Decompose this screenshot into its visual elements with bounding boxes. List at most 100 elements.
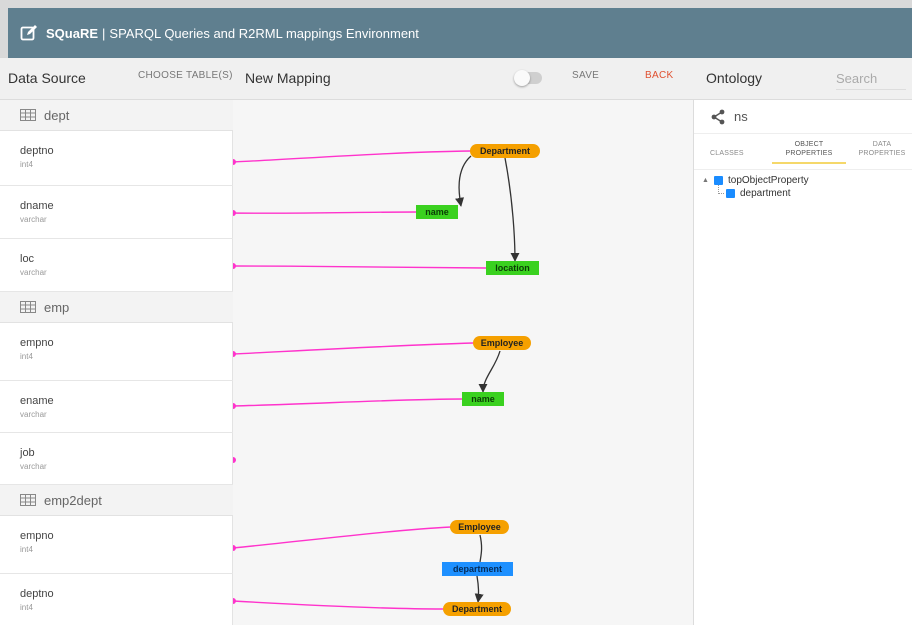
column-name: empno <box>20 337 54 349</box>
tab-object-properties[interactable]: OBJECT PROPERTIES <box>772 140 846 164</box>
property-icon <box>726 189 735 198</box>
toggle-knob <box>514 70 530 86</box>
column-row[interactable]: empno int4 <box>0 323 233 381</box>
table-header-emp2dept[interactable]: emp2dept <box>0 485 233 516</box>
app-title: SPARQL Queries and R2RML mappings Enviro… <box>109 25 419 41</box>
link-loc-location <box>233 265 487 269</box>
link-endpoint-dot <box>233 159 236 165</box>
tree-item-label: topObjectProperty <box>728 175 809 186</box>
namespace-bar: ns <box>694 100 912 134</box>
table-header-dept[interactable]: dept <box>0 100 233 131</box>
link-empno-employee <box>233 342 474 355</box>
collapse-icon[interactable]: ▲ <box>702 177 714 184</box>
link-endpoint-dot <box>233 457 236 463</box>
save-button[interactable]: SAVE <box>572 70 599 81</box>
table-icon <box>20 301 36 313</box>
column-type: int4 <box>20 603 33 612</box>
class-node-department[interactable]: Department <box>470 144 540 158</box>
column-row[interactable]: deptno int4 <box>0 131 233 186</box>
table-name: dept <box>44 107 70 123</box>
link-endpoint-dot <box>233 403 236 409</box>
column-type: int4 <box>20 160 33 169</box>
arrow-department-name <box>455 155 472 207</box>
arrow-department-range <box>474 575 484 603</box>
tab-data-properties[interactable]: DATA PROPERTIES <box>854 140 910 158</box>
column-name: deptno <box>20 145 54 157</box>
title-separator: | <box>102 25 106 41</box>
column-name: ename <box>20 395 54 407</box>
tab-line: PROPERTIES <box>785 150 833 157</box>
class-node-employee[interactable]: Employee <box>450 520 509 534</box>
column-type: int4 <box>20 545 33 554</box>
back-button[interactable]: BACK <box>645 70 673 81</box>
tab-line: PROPERTIES <box>858 150 906 157</box>
table-header-emp[interactable]: emp <box>0 292 233 323</box>
column-type: int4 <box>20 352 33 361</box>
data-property-node-name[interactable]: name <box>462 392 504 406</box>
column-row[interactable]: loc varchar <box>0 239 233 292</box>
app-header: SQuaRE | SPARQL Queries and R2RML mappin… <box>8 8 912 58</box>
column-name: job <box>20 447 35 459</box>
link-empno-employee2 <box>233 526 452 549</box>
tree-item-topobjectproperty[interactable]: ▲ topObjectProperty <box>702 174 912 187</box>
tab-classes[interactable]: CLASSES <box>710 149 744 158</box>
mapping-toggle[interactable] <box>514 70 542 86</box>
mapping-canvas[interactable]: Department name location Employee name E… <box>233 100 694 625</box>
topbar: SQuaRE | SPARQL Queries and R2RML mappin… <box>0 0 912 58</box>
link-deptno-department <box>233 150 472 163</box>
column-name: empno <box>20 530 54 542</box>
column-type: varchar <box>20 215 47 224</box>
column-row[interactable]: job varchar <box>0 433 233 485</box>
column-row[interactable]: deptno int4 <box>0 574 233 625</box>
ontology-search-input[interactable] <box>836 68 906 90</box>
edit-icon <box>20 24 38 42</box>
toolbar: Data Source CHOOSE TABLE(S) New Mapping … <box>0 58 912 100</box>
class-node-department[interactable]: Department <box>443 602 511 616</box>
column-type: varchar <box>20 268 47 277</box>
object-property-node-department[interactable]: department <box>442 562 513 576</box>
column-row[interactable]: dname varchar <box>0 186 233 239</box>
tab-line: OBJECT <box>794 141 824 148</box>
class-node-employee[interactable]: Employee <box>473 336 531 350</box>
property-tree: ▲ topObjectProperty department <box>702 174 912 200</box>
column-type: varchar <box>20 410 47 419</box>
column-name: loc <box>20 253 35 265</box>
column-type: varchar <box>20 462 47 471</box>
table-icon <box>20 494 36 506</box>
ontology-panel: ns CLASSES OBJECT PROPERTIES DATA PROPER… <box>694 100 912 625</box>
link-ename-name <box>233 398 464 407</box>
link-deptno-department2 <box>233 600 444 610</box>
table-name: emp <box>44 299 70 315</box>
link-endpoint-dot <box>233 351 236 357</box>
link-endpoint-dot <box>233 598 236 604</box>
link-endpoint-dot <box>233 545 236 551</box>
tab-line: CLASSES <box>710 150 744 157</box>
choose-tables-button[interactable]: CHOOSE TABLE(S) <box>138 70 233 81</box>
table-icon <box>20 109 36 121</box>
arrow-employee-name <box>478 350 501 393</box>
data-source-title: Data Source <box>8 70 86 86</box>
table-name: emp2dept <box>44 492 102 508</box>
new-mapping-title: New Mapping <box>245 70 331 86</box>
column-name: deptno <box>20 588 54 600</box>
link-endpoint-dot <box>233 263 236 269</box>
arrow-department-location <box>504 157 520 262</box>
tab-line: DATA <box>872 141 892 148</box>
arrow-employee-department <box>479 534 483 563</box>
data-property-node-name[interactable]: name <box>416 205 458 219</box>
namespace-label: ns <box>734 109 748 124</box>
tree-item-department[interactable]: department <box>702 185 912 200</box>
column-name: dname <box>20 200 54 212</box>
column-row[interactable]: empno int4 <box>0 516 233 574</box>
tree-guide-line <box>718 185 724 194</box>
mapping-links <box>233 150 520 610</box>
property-icon <box>714 176 723 185</box>
ontology-tabs: CLASSES OBJECT PROPERTIES DATA PROPERTIE… <box>694 134 912 170</box>
link-endpoint-dot <box>233 210 236 216</box>
ontology-title: Ontology <box>706 70 763 86</box>
column-row[interactable]: ename varchar <box>0 381 233 433</box>
app-brand: SQuaRE <box>46 25 99 41</box>
data-property-node-location[interactable]: location <box>486 261 539 275</box>
data-source-panel: dept deptno int4 dname varchar loc varch… <box>0 100 233 625</box>
tree-item-label: department <box>740 188 791 199</box>
